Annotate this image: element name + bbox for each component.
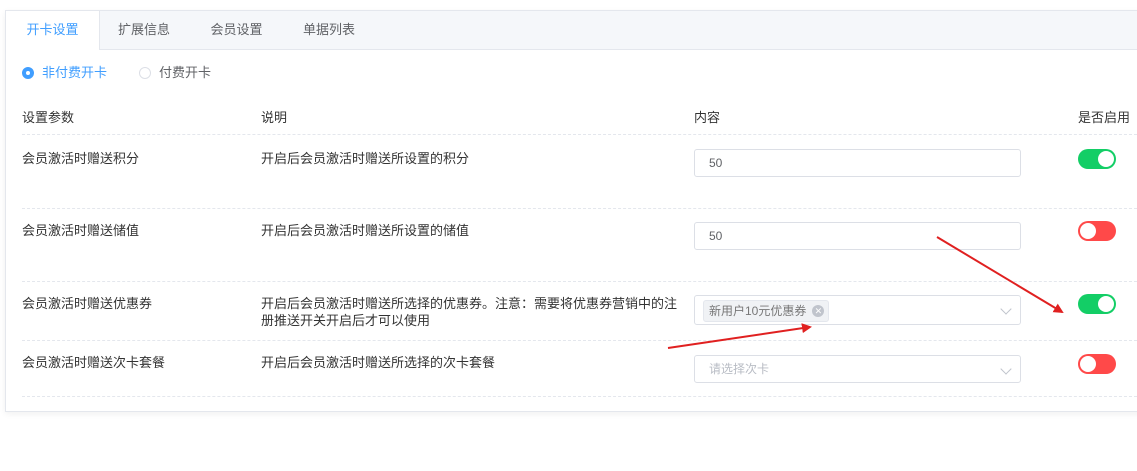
- tab-document-list[interactable]: 单据列表: [284, 11, 374, 49]
- punch-card-placeholder: 请选择次卡: [709, 362, 770, 376]
- tab-member-settings[interactable]: 会员设置: [189, 11, 284, 49]
- punch-card-switch[interactable]: [1078, 354, 1116, 374]
- chevron-down-icon: [1000, 303, 1012, 315]
- header-content: 内容: [694, 110, 721, 125]
- settings-panel: 开卡设置 扩展信息 会员设置 单据列表 非付费开卡 付费开卡 设置参数 说明 内…: [5, 10, 1137, 412]
- param-stored-value: 会员激活时赠送储值: [22, 223, 140, 238]
- row-divider: [22, 396, 1137, 397]
- radio-label: 付费开卡: [159, 65, 212, 80]
- switch-knob: [1080, 223, 1096, 239]
- header-description: 说明: [261, 110, 288, 125]
- radio-label: 非付费开卡: [42, 65, 108, 80]
- header-enabled: 是否启用: [1078, 110, 1131, 125]
- tab-card-settings[interactable]: 开卡设置: [6, 11, 100, 50]
- tab-extended-info[interactable]: 扩展信息: [99, 11, 189, 49]
- coupon-switch[interactable]: [1078, 294, 1116, 314]
- desc-points: 开启后会员激活时赠送所设置的积分: [261, 151, 470, 166]
- close-icon[interactable]: ✕: [812, 305, 825, 317]
- switch-knob: [1098, 296, 1114, 312]
- radio-unchecked-icon: [139, 67, 151, 79]
- param-coupon: 会员激活时赠送优惠券: [22, 296, 153, 311]
- param-punch-card: 会员激活时赠送次卡套餐: [22, 355, 166, 370]
- desc-coupon-line2: 册推送开关开启后才可以使用: [261, 313, 431, 328]
- points-input[interactable]: 50: [694, 149, 1021, 177]
- punch-card-select[interactable]: 请选择次卡: [694, 355, 1021, 383]
- tab-bar: 开卡设置 扩展信息 会员设置 单据列表: [6, 11, 1137, 50]
- desc-punch-card: 开启后会员激活时赠送所选择的次卡套餐: [261, 355, 496, 370]
- desc-stored-value: 开启后会员激活时赠送所设置的储值: [261, 223, 470, 238]
- coupon-tag: 新用户10元优惠券 ✕: [703, 300, 830, 322]
- row-divider: [22, 340, 1137, 341]
- switch-knob: [1098, 151, 1114, 167]
- param-points: 会员激活时赠送积分: [22, 151, 140, 166]
- points-switch[interactable]: [1078, 149, 1116, 169]
- row-divider: [22, 281, 1137, 282]
- header-setting-param: 设置参数: [22, 110, 75, 125]
- row-divider: [22, 134, 1137, 135]
- switch-knob: [1080, 356, 1096, 372]
- chevron-down-icon: [1000, 363, 1012, 375]
- row-divider: [22, 208, 1137, 209]
- stored-value-switch[interactable]: [1078, 221, 1116, 241]
- stored-value-input[interactable]: 50: [694, 222, 1021, 250]
- radio-checked-icon: [22, 67, 34, 79]
- coupon-tag-label: 新用户10元优惠券: [709, 304, 807, 318]
- coupon-select[interactable]: 新用户10元优惠券 ✕: [694, 295, 1021, 325]
